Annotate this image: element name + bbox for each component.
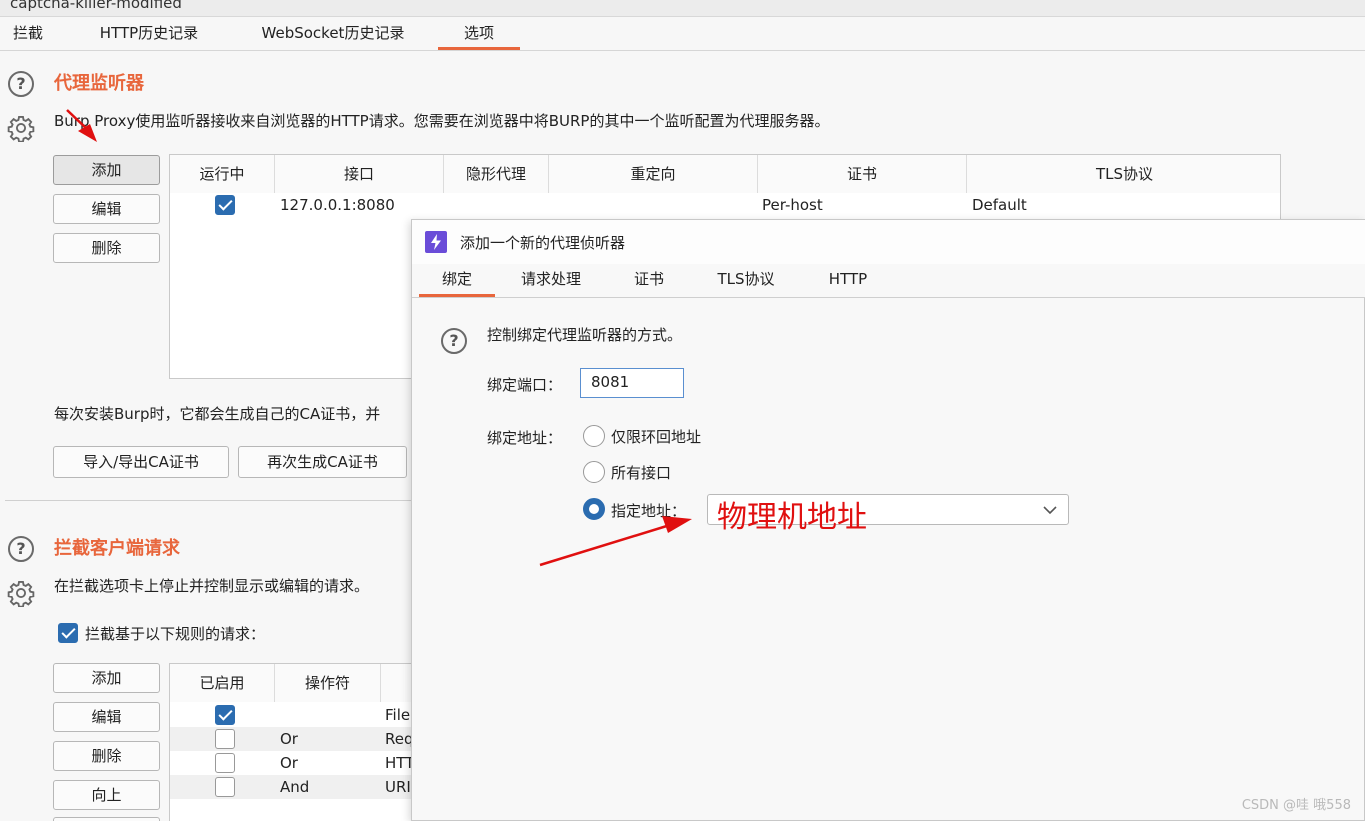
annotation-arrow-head — [662, 516, 692, 533]
annotation-arrow-line — [66, 109, 89, 131]
annotation-arrow-head — [78, 124, 97, 142]
watermark: CSDN @哇 哦558 — [1241, 798, 1351, 813]
annotation-arrows — [66, 109, 692, 567]
annotation-arrow-line — [539, 523, 671, 567]
